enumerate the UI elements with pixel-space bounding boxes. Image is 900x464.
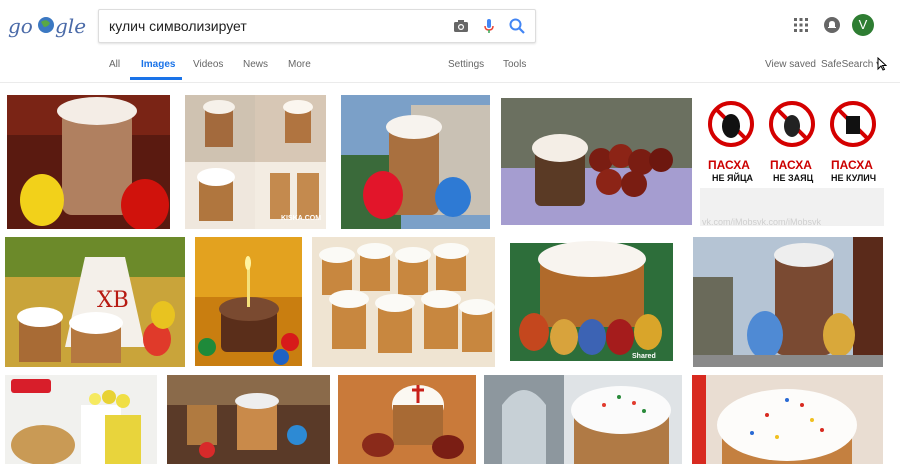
top-bar: go gle кулич символизирует V All Images … [0,0,900,83]
watermark: KISKA.COM [281,215,322,222]
active-tab-indicator [130,77,182,80]
view-saved-link[interactable]: View saved [765,59,816,70]
image-result[interactable] [7,95,170,229]
poster-title: ПАСХА [831,158,873,172]
camera-icon[interactable] [451,16,471,36]
poster-subtitle: НЕ ЗАЯЦ [773,173,814,183]
poster-title: ПАСХА [708,158,750,172]
image-result[interactable] [167,375,330,464]
tab-news[interactable]: News [243,59,268,70]
search-icon[interactable] [507,16,527,36]
google-logo[interactable]: go gle [8,12,88,40]
settings-link[interactable]: Settings [448,59,484,70]
search-input[interactable]: кулич символизирует [109,18,247,34]
watermark: Shared [632,353,656,360]
image-result[interactable] [195,237,302,366]
bell-icon[interactable] [823,16,841,34]
poster-title: ПАСХА [770,158,812,172]
tab-more[interactable]: More [288,59,311,70]
svg-text:gle: gle [55,14,86,38]
mouse-cursor [877,57,887,71]
image-result[interactable]: ПАСХА НЕ ЯЙЦА ПАСХА НЕ ЗАЯЦ ПАСХА НЕ КУЛ… [700,96,884,226]
tab-images[interactable]: Images [141,59,175,70]
tab-videos[interactable]: Videos [193,59,223,70]
watermark: vk.com/iMobsvk.com/iMobsvk [702,217,822,226]
image-result[interactable] [693,237,883,367]
tools-link[interactable]: Tools [503,59,526,70]
search-box[interactable]: кулич символизирует [98,9,536,43]
poster-subtitle: НЕ КУЛИЧ [831,173,877,183]
svg-text:go: go [8,14,33,38]
image-result[interactable] [341,95,490,229]
image-result[interactable]: Shared [504,237,679,367]
image-result[interactable] [484,375,682,464]
image-result[interactable] [501,98,692,225]
poster-subtitle: НЕ ЯЙЦА [712,173,754,183]
image-result[interactable]: ХВ [5,237,185,367]
safesearch-dropdown[interactable]: SafeSearch ▾ [821,59,881,70]
image-result[interactable]: KISKA.COM [185,95,326,229]
svg-text:ХВ: ХВ [97,288,129,313]
image-result[interactable] [5,375,157,464]
image-result[interactable] [312,237,495,367]
tab-all[interactable]: All [109,59,120,70]
image-result[interactable] [692,375,883,464]
image-result[interactable] [338,375,476,464]
apps-icon[interactable] [793,17,809,33]
avatar[interactable]: V [852,14,874,36]
mic-icon[interactable] [479,16,499,36]
